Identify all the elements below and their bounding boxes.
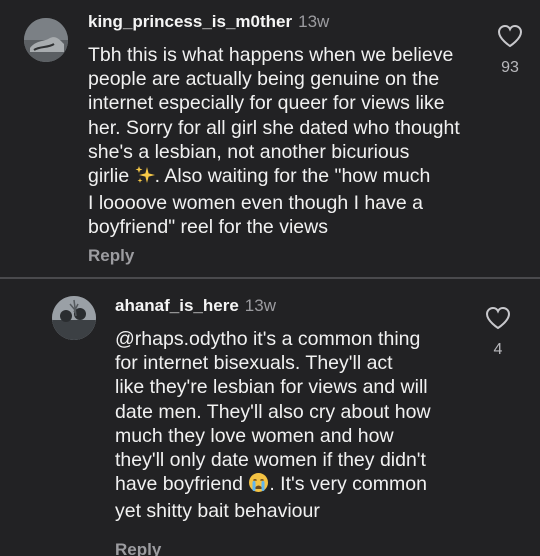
username[interactable]: king_princess_is_m0ther	[88, 12, 292, 31]
comment-top-level: king_princess_is_m0ther 13w Tbh this is w…	[0, 0, 540, 278]
like-count: 93	[501, 59, 519, 76]
heart-icon[interactable]	[497, 24, 523, 53]
timestamp: 13w	[244, 296, 276, 315]
like-control[interactable]: 93	[490, 24, 530, 77]
comment-text: @rhaps.odytho it's a common thing for in…	[115, 327, 485, 524]
comment-header: ahanaf_is_here 13w	[115, 295, 276, 317]
comment-text: Tbh this is what happens when we believe…	[88, 43, 488, 240]
crying-face-icon	[248, 472, 269, 499]
sparkles-icon	[135, 165, 155, 191]
username[interactable]: ahanaf_is_here	[115, 296, 239, 315]
reply-button[interactable]: Reply	[115, 540, 161, 556]
reply-button[interactable]: Reply	[88, 246, 134, 266]
like-control[interactable]: 4	[478, 306, 518, 359]
comment-header: king_princess_is_m0ther 13w	[88, 11, 329, 33]
comment-reply: ahanaf_is_here 13w @rhaps.odytho it's a c…	[0, 279, 540, 556]
like-count: 4	[493, 341, 503, 358]
heart-icon[interactable]	[485, 306, 511, 335]
avatar[interactable]	[52, 296, 96, 340]
timestamp: 13w	[298, 12, 330, 31]
avatar[interactable]	[24, 18, 68, 62]
comment-text-part: @rhaps.odytho it's a common thing for in…	[115, 328, 431, 496]
